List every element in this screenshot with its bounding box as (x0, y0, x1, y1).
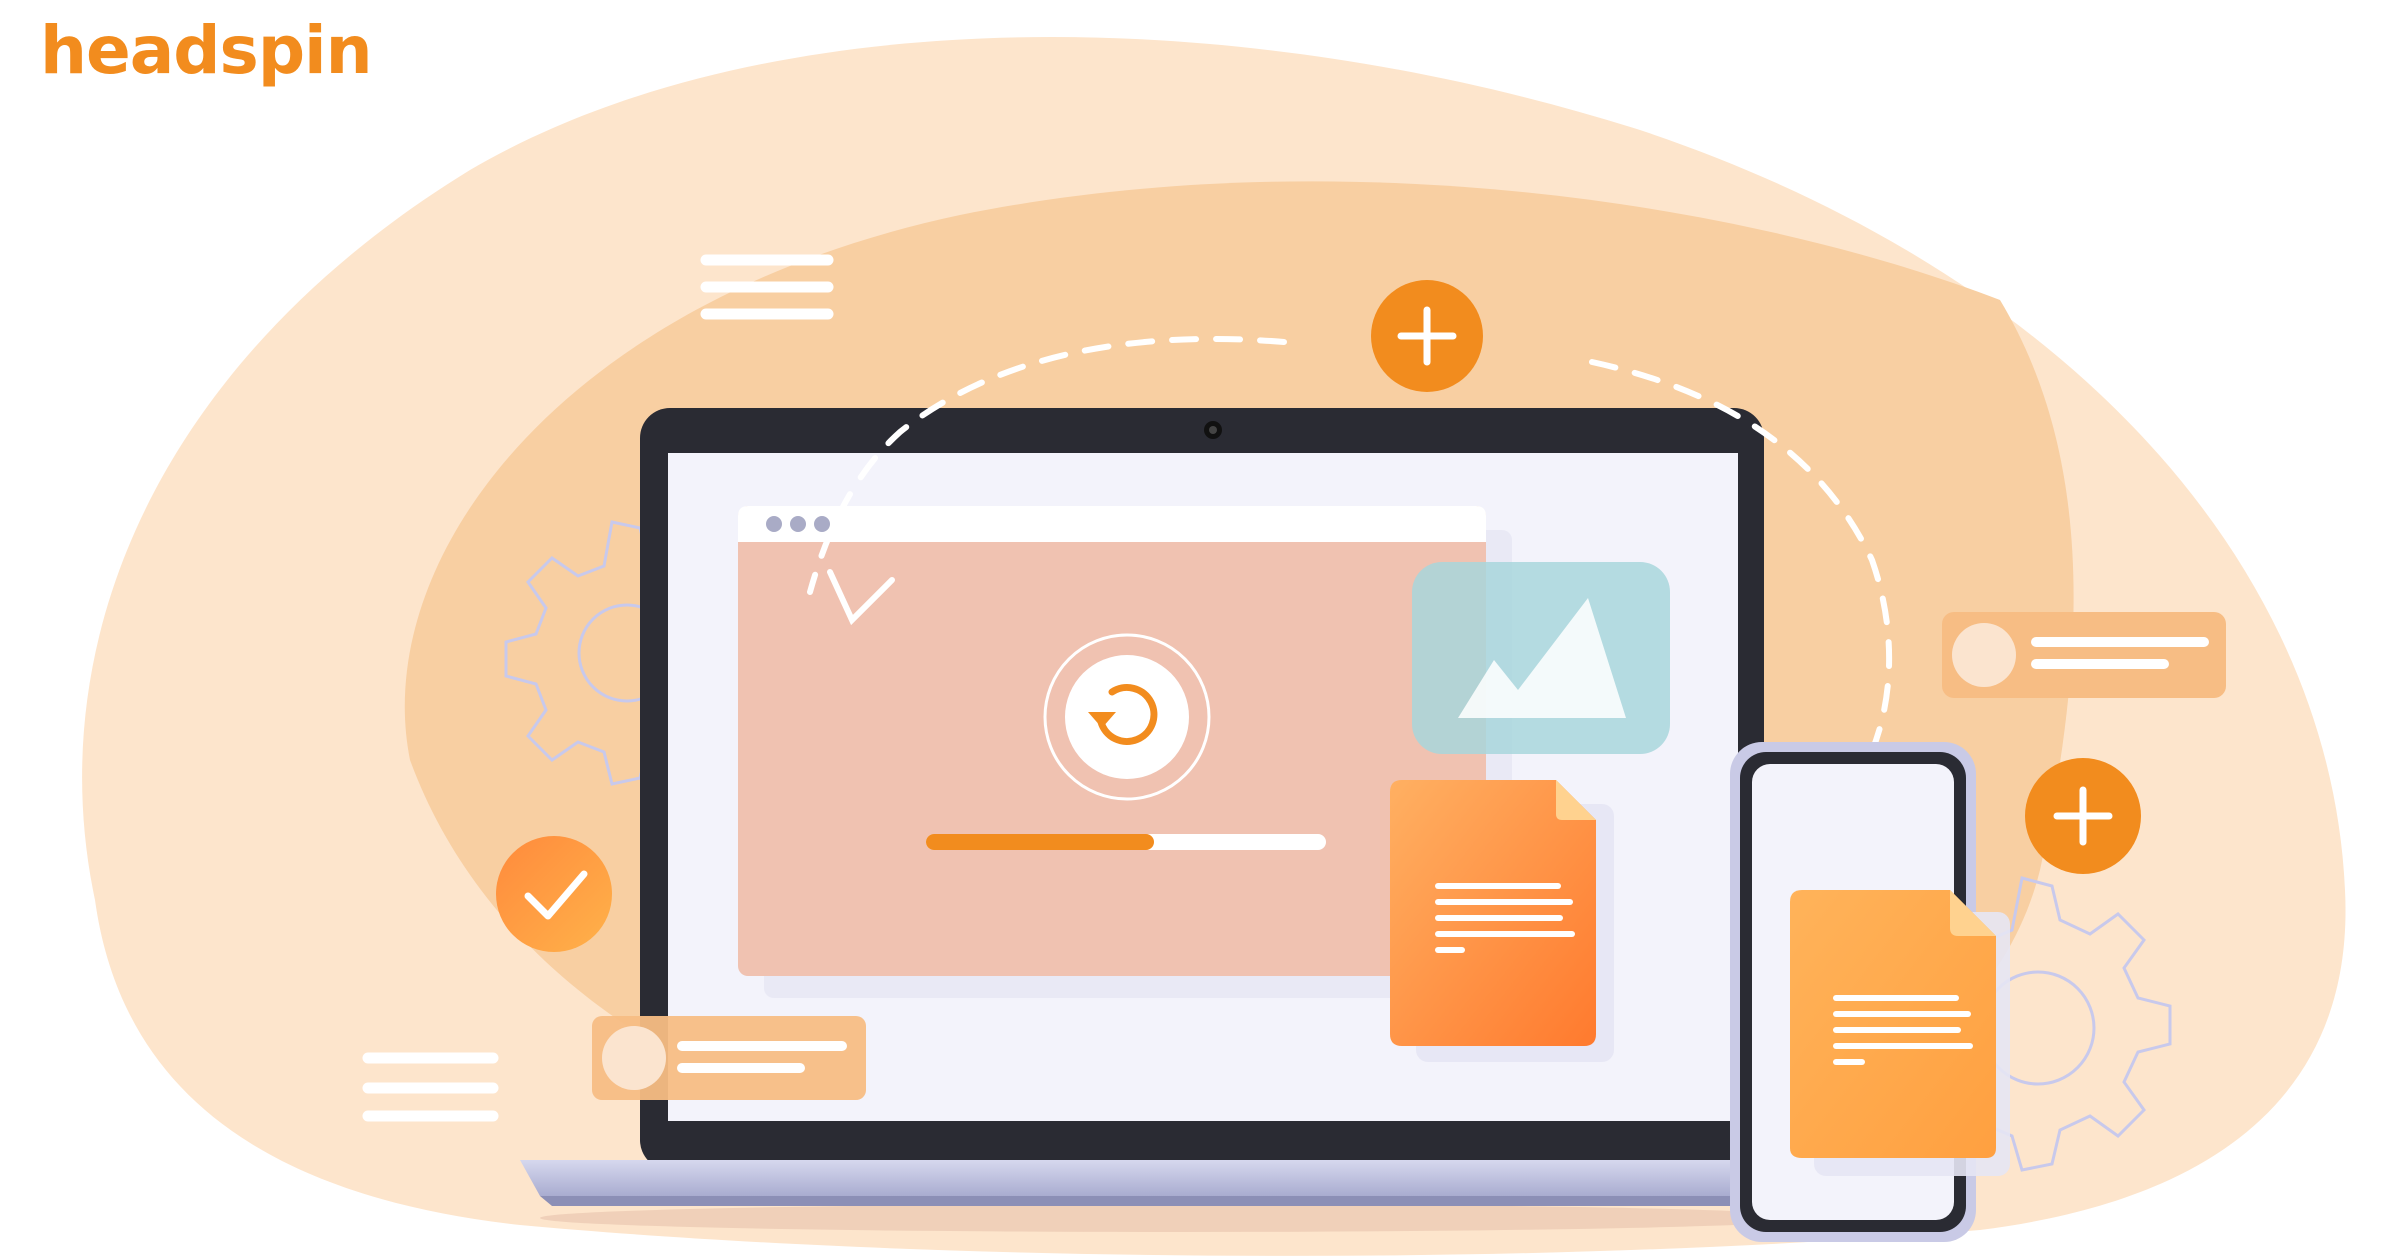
window-dot (766, 516, 782, 532)
illustration-stage: headspin (0, 0, 2400, 1256)
window-dot (814, 516, 830, 532)
illustration-art (82, 36, 2346, 1256)
window-dot (790, 516, 806, 532)
image-icon (1412, 562, 1670, 754)
profile-card-icon (592, 1016, 866, 1100)
laptop-shadow (540, 1204, 1820, 1232)
document-icon (1790, 890, 2010, 1176)
document-icon (1390, 780, 1614, 1062)
plus-icon (2025, 758, 2141, 874)
refresh-icon (1043, 633, 1211, 801)
profile-card-icon (1942, 612, 2226, 698)
check-icon (496, 836, 612, 952)
plus-icon (1371, 280, 1483, 392)
progress-bar (926, 834, 1326, 850)
